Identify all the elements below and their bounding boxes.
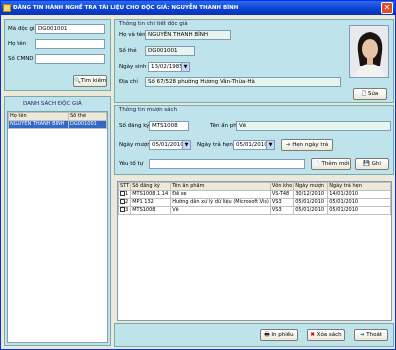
ho-ten-label: Họ tên	[8, 41, 27, 47]
so-dang-ky-cell: MTS1008	[130, 206, 172, 215]
them-moi-button[interactable]: 📄 Thêm mới	[311, 158, 351, 170]
ghi-chu-label: Yêu tố tự	[119, 161, 144, 167]
column-header[interactable]: Số thẻ	[68, 112, 107, 121]
column-header[interactable]: Vốn kho	[269, 182, 295, 191]
von-kho-cell: VS3	[269, 206, 295, 215]
chevron-down-icon[interactable]: ▼	[182, 141, 190, 149]
so-cmnd-input[interactable]	[35, 54, 105, 64]
stt-cell: 3	[125, 207, 129, 214]
table-row[interactable]: 3 MTS1008 Vẽ VS3 05/01/2010 05/01/2010	[117, 206, 391, 215]
ma-doc-gia-input[interactable]: DG001001	[35, 24, 105, 34]
ngay-muon-label: Ngày mượn	[119, 142, 151, 148]
stt-cell: 1	[125, 191, 129, 198]
printer-icon: 🖶	[264, 332, 270, 338]
dia-chi-field: Số 67/528 phường Hương Vân-Thừa-Hà	[145, 77, 341, 87]
row-checkbox-cell[interactable]: 1	[117, 190, 132, 199]
app-icon	[3, 4, 11, 12]
main-window: ĐĂNG TIN HÀNH NGHỀ TRA TÀI LIỆU CHO ĐỘC …	[0, 0, 396, 350]
von-kho-cell: VS3	[269, 198, 295, 207]
table-row[interactable]: 2 MP1 132 Hướng dẫn xử lý dữ liệu (Micro…	[117, 198, 391, 207]
search-panel: Mã độc giả DG001001 Họ tên Số CMND 🔍Tìm …	[4, 19, 111, 91]
ma-doc-gia-label: Mã độc giả	[8, 26, 38, 32]
so-the-label: Số thẻ	[119, 48, 137, 54]
ngay-muon-cell: 05/01/2010	[293, 206, 329, 215]
close-button[interactable]: ✕	[381, 2, 393, 14]
column-header[interactable]: STT	[117, 182, 132, 191]
ngay-tra-cell: 05/01/2010	[327, 206, 391, 215]
so-cmnd-label: Số CMND	[8, 56, 34, 62]
so-dang-ky-cell: MP1 132	[130, 198, 172, 207]
search-icon: 🔍	[74, 78, 81, 84]
von-kho-cell: VS-T48	[269, 190, 295, 199]
document-icon: 🗋	[361, 91, 367, 97]
dia-chi-label: Địa chỉ	[119, 79, 138, 85]
loan-panel: Thông tin mượn sách Số đăng ký MTS1008 T…	[114, 105, 394, 175]
reader-list[interactable]: Họ tên Số thẻ NGUYỄN THANH BÌNH DG001001	[7, 111, 108, 343]
new-icon: 📄	[312, 161, 320, 167]
search-button[interactable]: 🔍Tìm kiếm	[73, 75, 107, 87]
column-header[interactable]: Tên ấn phẩm	[170, 182, 271, 191]
reader-list-title: DANH SÁCH ĐỘC GIẢ	[23, 101, 82, 107]
exit-button[interactable]: ➔ Thoát	[354, 329, 388, 341]
loan-title: Thông tin mượn sách	[119, 107, 178, 113]
reader-info-title: Thông tin chi tiết độc giả	[119, 21, 188, 27]
ngay-muon-value: 05/01/2010	[152, 142, 184, 148]
delete-button[interactable]: ✖ Xóa sách	[307, 329, 345, 341]
row-checkbox-cell[interactable]: 3	[117, 206, 132, 215]
ho-ten-input[interactable]	[35, 39, 105, 49]
ngay-sinh-value: 13/02/1985	[151, 64, 183, 70]
row-checkbox-cell[interactable]: 2	[117, 198, 132, 207]
so-dang-ky-input[interactable]: MTS1008	[149, 121, 189, 131]
ngay-sinh-picker[interactable]: 13/02/1985 ▼	[148, 62, 190, 72]
column-header[interactable]: Số đăng ký	[130, 182, 172, 191]
reader-photo	[349, 25, 389, 78]
ho-va-ten-field: NGUYỄN THANH BÌNH	[145, 30, 231, 40]
ghi-button[interactable]: 💾 Ghi	[355, 158, 389, 170]
edit-photo-button[interactable]: 🗋 Sửa	[353, 88, 387, 100]
ho-va-ten-label: Họ và tên	[119, 32, 146, 38]
arrow-right-icon: ➜	[285, 142, 291, 148]
print-button[interactable]: 🖶 In phiếu	[260, 329, 298, 341]
reader-name-cell: NGUYỄN THANH BÌNH	[8, 120, 69, 129]
save-icon: 💾	[363, 161, 370, 167]
ngay-tra-picker[interactable]: 05/01/2010 ▼	[233, 140, 275, 150]
ngay-muon-cell: 05/01/2010	[293, 198, 329, 207]
chevron-down-icon[interactable]: ▼	[181, 63, 189, 71]
title-bar: ĐĂNG TIN HÀNH NGHỀ TRA TÀI LIỆU CHO ĐỘC …	[1, 1, 395, 15]
column-header[interactable]: Ngày mượn	[293, 182, 329, 191]
delete-icon: ✖	[310, 332, 315, 338]
ngay-sinh-label: Ngày sinh	[119, 64, 147, 70]
chevron-down-icon[interactable]: ▼	[266, 141, 274, 149]
list-item[interactable]: NGUYỄN THANH BÌNH DG001001	[8, 120, 107, 129]
portrait-image	[350, 26, 388, 77]
stt-cell: 2	[125, 199, 129, 206]
ngay-muon-cell: 30/12/2010	[293, 190, 329, 199]
ngay-tra-cell: 14/01/2010	[327, 190, 391, 199]
reader-info-panel: Thông tin chi tiết độc giả Họ và tên NGU…	[114, 19, 394, 103]
ten-an-pham-cell: Đề xe	[170, 190, 271, 199]
reader-id-cell: DG001001	[68, 120, 107, 129]
loan-table[interactable]: STT Số đăng ký Tên ấn phẩm Vốn kho Ngày …	[117, 181, 392, 321]
footer-panel: 🖶 In phiếu ✖ Xóa sách ➔ Thoát	[114, 323, 394, 347]
ten-an-pham-cell: Vẽ	[170, 206, 271, 215]
ngay-tra-value: 05/01/2010	[236, 142, 268, 148]
so-dang-ky-cell: MTS1008.1.14	[130, 190, 172, 199]
ghi-chu-input[interactable]	[149, 159, 305, 169]
hen-ngay-tra-button[interactable]: ➜ Hẹn ngày trả	[281, 139, 333, 151]
column-header[interactable]: Ngày trả hẹn	[327, 182, 391, 191]
exit-icon: ➔	[359, 332, 365, 338]
so-dang-ky-label: Số đăng ký	[119, 123, 150, 129]
ngay-muon-picker[interactable]: 05/01/2010 ▼	[149, 140, 191, 150]
column-header[interactable]: Họ tên	[8, 112, 69, 121]
table-row[interactable]: 1 MTS1008.1.14 Đề xe VS-T48 30/12/2010 1…	[117, 190, 391, 199]
window-title: ĐĂNG TIN HÀNH NGHỀ TRA TÀI LIỆU CHO ĐỘC …	[13, 5, 239, 11]
reader-list-panel: DANH SÁCH ĐỘC GIẢ Họ tên Số thẻ NGUYỄN T…	[4, 96, 111, 346]
ngay-tra-label: Ngày trả hẹn	[197, 142, 233, 148]
ten-an-pham-field: Vẽ	[236, 121, 391, 131]
so-the-field: DG001001	[145, 46, 195, 56]
ngay-tra-cell: 05/01/2010	[327, 198, 391, 207]
ten-an-pham-cell: Hướng dẫn xử lý dữ liệu (Microsoft Vis)	[170, 198, 271, 207]
